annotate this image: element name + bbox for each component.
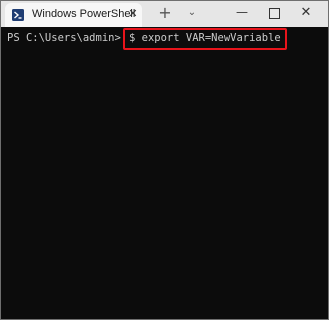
chevron-down-icon[interactable]: ⌄ [185,5,199,21]
prompt-path: PS C:\Users\admin> [7,32,121,44]
powershell-icon [12,9,24,21]
command-text: $ export VAR=NewVariable [129,32,281,44]
terminal-area[interactable]: PS C:\Users\admin> $ export VAR=NewVaria… [1,27,328,319]
tab-close-icon[interactable]: ✕ [126,7,140,21]
maximize-icon[interactable] [263,4,285,22]
title-bar: Windows PowerShell ✕ + ⌄ — ✕ [1,1,328,27]
minimize-icon[interactable]: — [231,4,253,22]
close-icon[interactable]: ✕ [295,4,317,22]
tab-windows-powershell[interactable]: Windows PowerShell ✕ [5,3,142,27]
terminal-window: Windows PowerShell ✕ + ⌄ — ✕ PS C:\Users… [0,0,329,320]
tab-title: Windows PowerShell [32,8,136,20]
plus-icon[interactable]: + [155,3,175,23]
